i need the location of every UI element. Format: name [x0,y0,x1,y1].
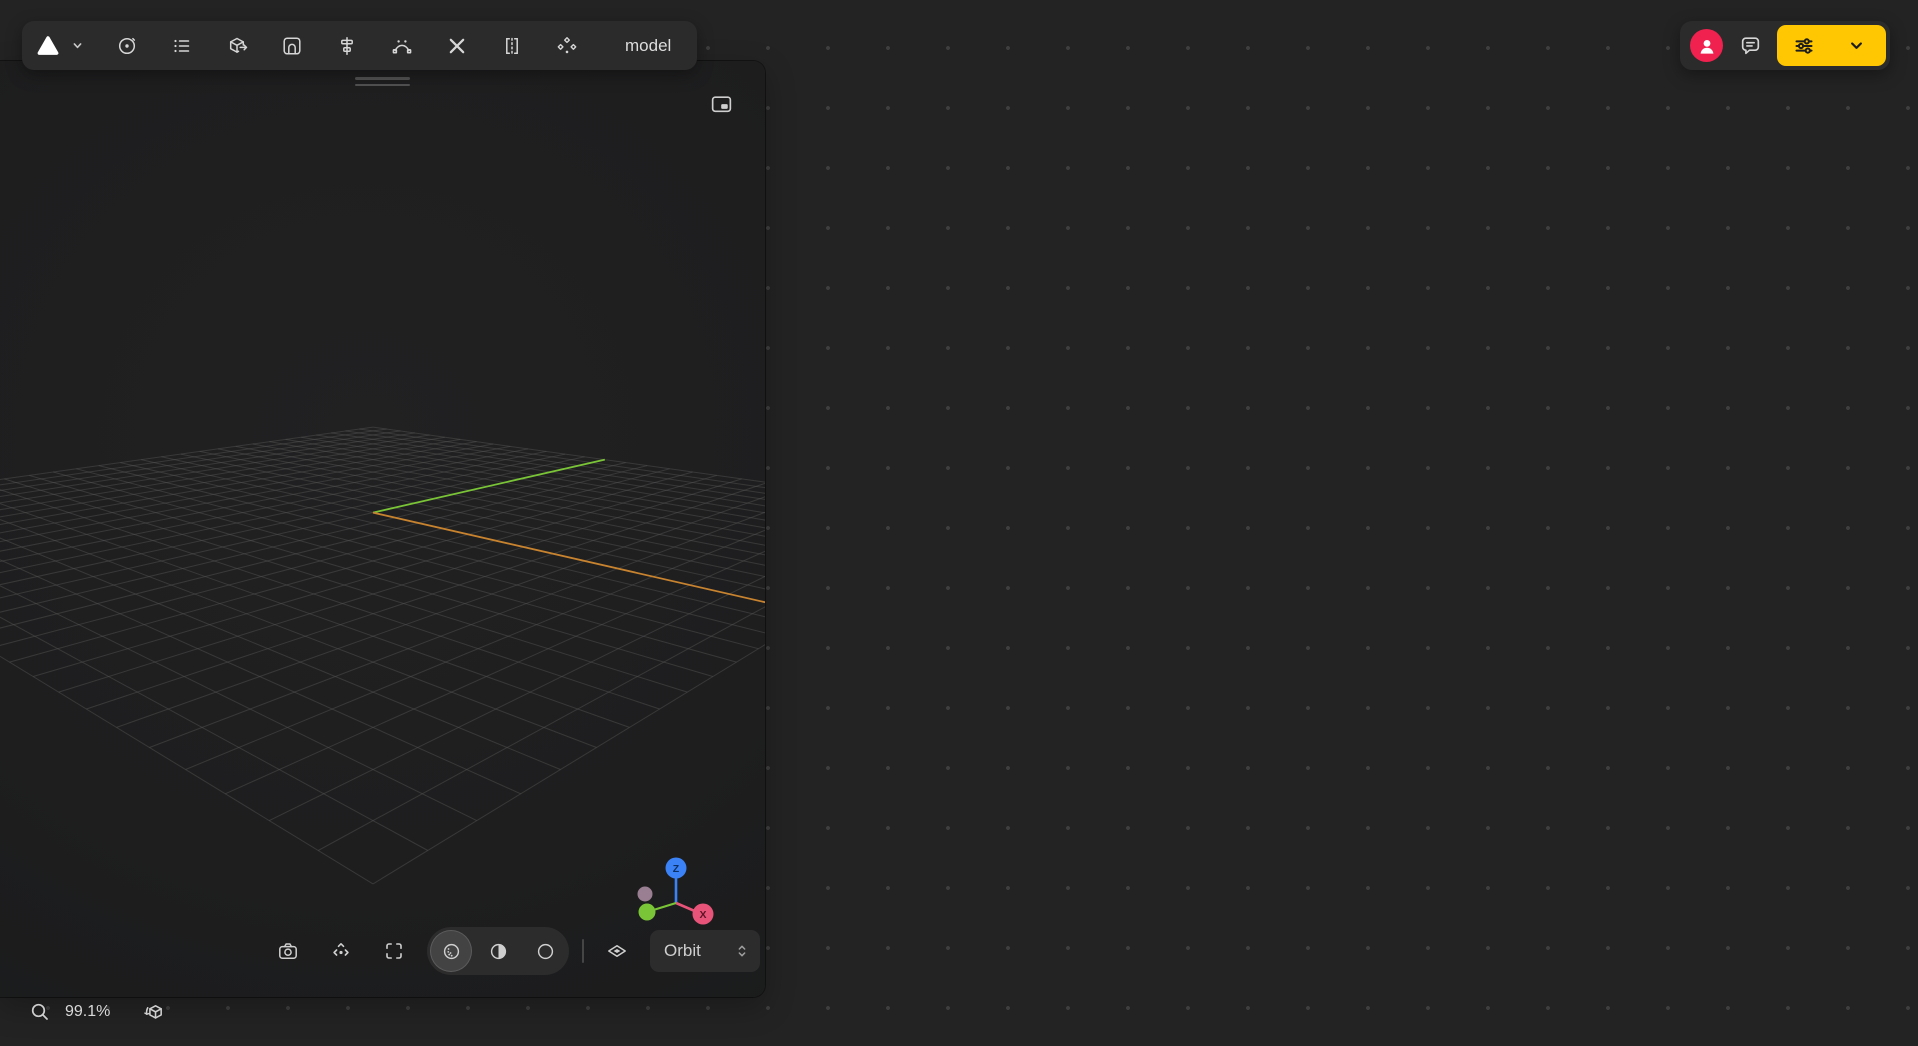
zoom-magnifier-icon[interactable] [28,1000,52,1024]
expand-icon [386,943,402,959]
camera-mode-select[interactable]: Orbit [650,930,760,972]
orbit-target-icon [118,37,136,54]
cube-refresh-icon[interactable] [142,1000,167,1025]
app-logo-icon [37,35,59,55]
library-arch-icon [283,36,301,55]
target-tool-button[interactable] [107,26,147,66]
app-canvas: Z X Orbit model 99.1% [0,0,1918,1046]
drag-handle-bar [355,77,410,80]
ground-plane-button[interactable] [597,931,637,971]
render-mode-shaded-button[interactable] [431,931,471,971]
x-axis-line [675,901,695,912]
y-axis-line [654,901,677,911]
render-mode-solid-button[interactable] [478,931,518,971]
chevron-down-icon [1851,42,1862,49]
scene-name[interactable]: model [625,36,671,56]
person-icon [1700,39,1713,54]
draw-tools-button[interactable] [437,26,477,66]
navigate-move-button[interactable] [321,931,361,971]
crossed-tools-icon [449,38,465,53]
status-bar: 99.1% [28,997,167,1027]
negative-axis-ball[interactable] [637,886,653,902]
render-mode-wireframe-button[interactable] [525,931,565,971]
toolbar-divider [582,939,584,963]
expand-view-button[interactable] [374,931,414,971]
top-right-toolbar [1680,21,1890,70]
shaded-sphere-icon [443,943,459,959]
sliders-icon [1795,37,1813,54]
camera-mode-value: Orbit [664,941,701,960]
y-axis-ball[interactable] [638,903,656,921]
tool-row [107,26,587,66]
main-toolbar: model [22,21,698,70]
ground-plane-icon [608,945,626,957]
move-arrows-icon [333,943,349,956]
pen-path-icon [392,39,412,54]
viewport-drag-handle[interactable] [355,77,410,90]
layers-list-icon [174,39,190,52]
wireframe-sphere-icon [537,943,553,959]
pen-tool-button[interactable] [382,26,422,66]
comments-button[interactable] [1731,26,1769,66]
x-axis-label: X [699,909,706,921]
list-tool-button[interactable] [162,26,202,66]
viewport-toolbar: Orbit [268,927,760,975]
align-tool-button[interactable] [327,26,367,66]
mirror-icon [506,37,518,54]
zoom-level[interactable]: 99.1% [65,1003,110,1021]
scatter-icon [557,36,577,53]
mirror-tool-button[interactable] [492,26,532,66]
comment-bubble-icon [1741,37,1759,55]
drag-handle-bar [355,83,410,86]
select-chevrons-icon [738,945,746,957]
picture-in-picture-icon [711,95,731,112]
render-mode-group [427,927,569,975]
camera-icon [279,943,297,959]
viewport-panel[interactable]: Z X Orbit [0,61,765,997]
accent-action-button[interactable] [1777,25,1886,66]
app-menu-button[interactable] [33,33,87,59]
axis-gizmo[interactable]: Z X [630,855,722,933]
export-cube-icon [229,37,248,53]
chevron-down-icon [73,43,82,49]
camera-capture-button[interactable] [268,931,308,971]
z-axis-label: Z [673,863,680,875]
align-icon [341,36,353,55]
pip-toggle-button[interactable] [702,87,740,121]
scatter-tool-button[interactable] [547,26,587,66]
library-button[interactable] [272,26,312,66]
export-object-button[interactable] [217,26,257,66]
user-avatar[interactable] [1690,29,1723,62]
half-shaded-sphere-icon [490,943,506,959]
